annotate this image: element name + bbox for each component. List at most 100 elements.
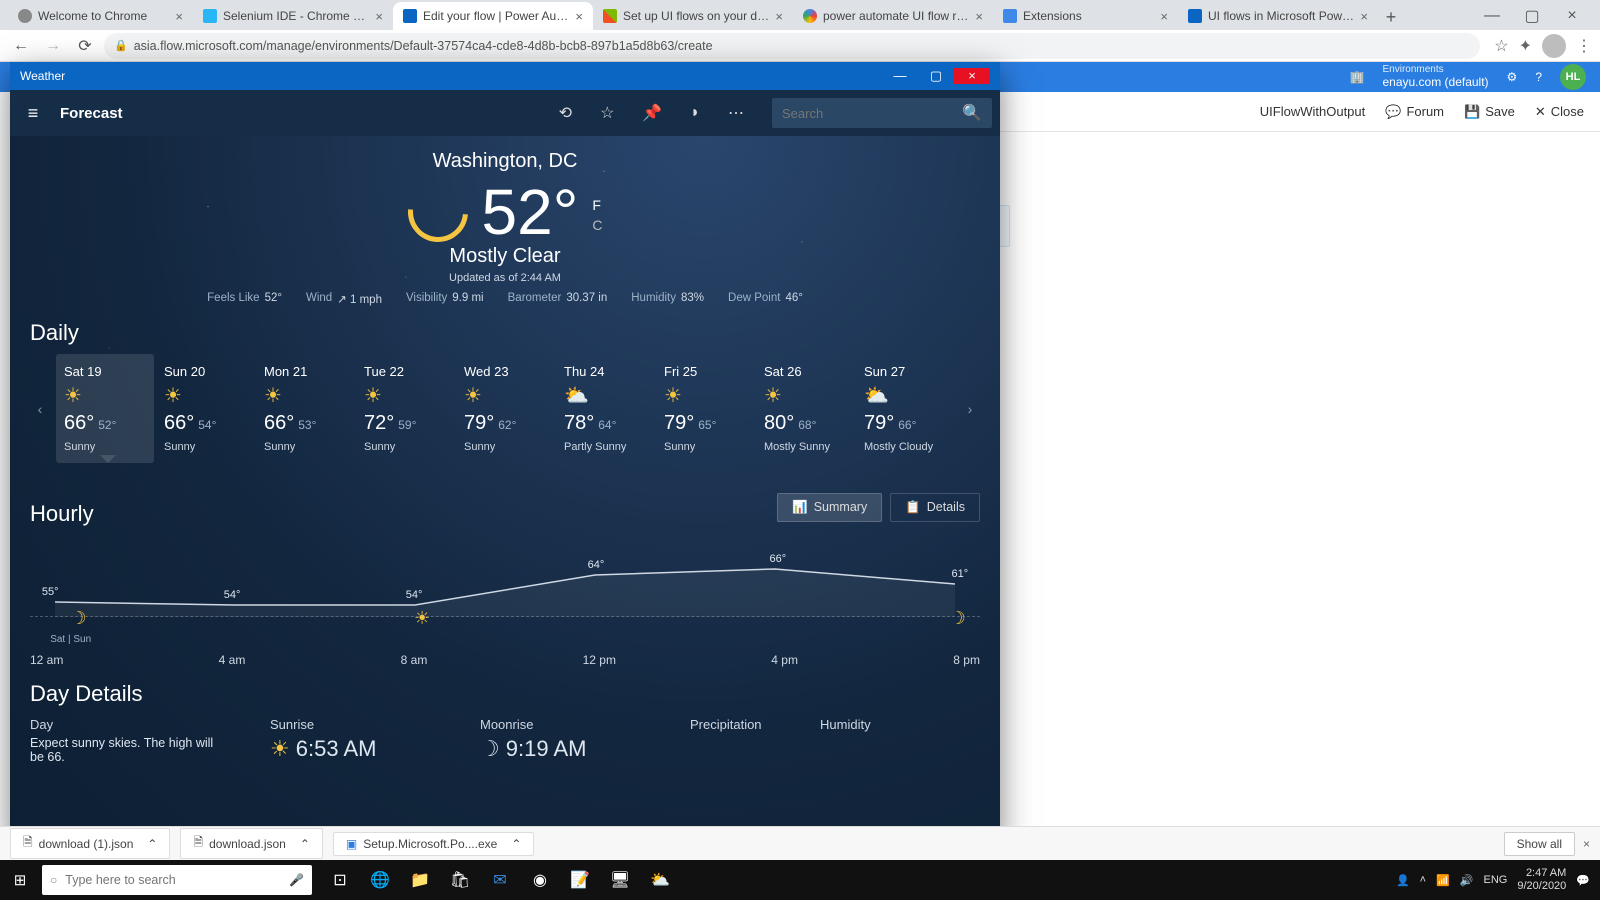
close-icon[interactable]: × <box>575 9 583 24</box>
tab-setup-uiflows[interactable]: Set up UI flows on your device - × <box>593 2 793 30</box>
language-indicator[interactable]: ENG <box>1484 874 1508 886</box>
close-icon[interactable]: × <box>975 9 983 24</box>
close-icon[interactable]: × <box>1583 837 1590 851</box>
profile-avatar[interactable] <box>1542 34 1566 58</box>
chrome-icon[interactable]: ◉ <box>520 860 560 900</box>
notepad-icon[interactable]: 📝 <box>560 860 600 900</box>
chevron-up-icon[interactable]: ⌃ <box>511 837 521 851</box>
maximize-icon[interactable]: ▢ <box>918 68 954 84</box>
chevron-up-icon[interactable]: ⌃ <box>147 837 157 851</box>
daily-prev-button[interactable]: ‹ <box>30 401 50 417</box>
address-bar[interactable]: 🔒 asia.flow.microsoft.com/manage/environ… <box>104 33 1480 59</box>
close-icon[interactable]: × <box>775 9 783 24</box>
details-button[interactable]: 📋Details <box>890 493 980 522</box>
unit-fahrenheit[interactable]: F <box>592 197 602 213</box>
day-card[interactable]: Sun 27 ⛅ 79°66° Mostly Cloudy <box>856 354 954 463</box>
close-icon[interactable]: × <box>175 9 183 24</box>
day-card[interactable]: Sun 20 ☀ 66°54° Sunny <box>156 354 254 463</box>
environment-selector[interactable]: Environments enayu.com (default) <box>1382 64 1488 89</box>
close-icon[interactable]: × <box>375 9 383 24</box>
start-button[interactable]: ⊞ <box>0 871 40 889</box>
day-card[interactable]: Fri 25 ☀ 79°65° Sunny <box>656 354 754 463</box>
download-item[interactable]: ▣Setup.Microsoft.Po....exe⌃ <box>333 832 534 856</box>
low-temp: 54° <box>198 418 216 432</box>
maximize-icon[interactable]: ▢ <box>1512 2 1552 30</box>
download-item[interactable]: 🗎download (1).json⌃ <box>10 828 170 859</box>
save-button[interactable]: 💾Save <box>1464 104 1515 120</box>
tab-extensions[interactable]: Extensions× <box>993 2 1178 30</box>
close-icon[interactable]: × <box>1552 2 1592 30</box>
tab-uiflows-docs[interactable]: UI flows in Microsoft Power Auto× <box>1178 2 1378 30</box>
forward-button[interactable]: → <box>40 33 66 59</box>
user-avatar[interactable]: HL <box>1560 64 1586 90</box>
hourly-temp-label: 54° <box>224 589 241 601</box>
close-icon[interactable]: × <box>954 68 990 84</box>
moon-icon[interactable]: ◗ <box>690 104 700 122</box>
day-card[interactable]: Tue 22 ☀ 72°59° Sunny <box>356 354 454 463</box>
notifications-icon[interactable]: 💬 <box>1576 874 1590 887</box>
tab-power-automate[interactable]: Edit your flow | Power Automate× <box>393 2 593 30</box>
forum-button[interactable]: 💬Forum <box>1385 104 1444 120</box>
tab-selenium[interactable]: Selenium IDE - Chrome Web Sto...× <box>193 2 393 30</box>
task-view-icon[interactable]: ⊡ <box>320 860 360 900</box>
unit-celsius[interactable]: C <box>592 217 602 233</box>
taskbar-search-input[interactable] <box>65 873 281 887</box>
close-icon[interactable]: × <box>1160 9 1168 24</box>
search-input[interactable] <box>782 106 962 121</box>
close-icon[interactable]: × <box>1360 9 1368 24</box>
help-icon[interactable]: ? <box>1535 70 1542 84</box>
day-card[interactable]: Mon 21 ☀ 66°53° Sunny <box>256 354 354 463</box>
star-icon[interactable]: ☆ <box>1494 36 1508 56</box>
download-item[interactable]: 🗎download.json⌃ <box>180 828 322 859</box>
tab-welcome[interactable]: Welcome to Chrome× <box>8 2 193 30</box>
tab-label: Set up UI flows on your device - <box>623 9 769 23</box>
day-card[interactable]: Wed 23 ☀ 79°62° Sunny <box>456 354 554 463</box>
day-card[interactable]: Sat 19 ☀ 66°52° Sunny <box>56 354 154 463</box>
more-icon[interactable]: ⋯ <box>728 103 744 123</box>
day-card[interactable]: Thu 24 ⛅ 78°64° Partly Sunny <box>556 354 654 463</box>
hourly-section-title: Hourly <box>30 501 94 527</box>
taskbar-search[interactable]: ○ 🎤 <box>42 865 312 895</box>
mail-icon[interactable]: ✉ <box>480 860 520 900</box>
stat-label: Visibility <box>406 292 447 306</box>
tab-google-search[interactable]: power automate UI flow require× <box>793 2 993 30</box>
people-icon[interactable]: 👤 <box>1396 874 1410 887</box>
environment-icon[interactable]: 🏢 <box>1350 70 1365 84</box>
wifi-icon[interactable]: 📶 <box>1436 874 1450 887</box>
windows-taskbar: ⊞ ○ 🎤 ⊡ 🌐 📁 🛍 ✉ ◉ 📝 🖥 ⛅ 👤 ˄ 📶 🔊 ENG 2:47… <box>0 860 1600 900</box>
reload-button[interactable]: ⟳ <box>72 33 98 59</box>
day-card[interactable]: Sat 26 ☀ 80°68° Mostly Sunny <box>756 354 854 463</box>
weather-titlebar[interactable]: Weather — ▢ × <box>10 62 1000 90</box>
weather-icon[interactable]: ⛅ <box>640 860 680 900</box>
chevron-up-icon[interactable]: ˄ <box>1420 874 1426 886</box>
edge-icon[interactable]: 🌐 <box>360 860 400 900</box>
minimize-icon[interactable]: — <box>882 68 918 84</box>
explorer-icon[interactable]: 📁 <box>400 860 440 900</box>
hamburger-icon[interactable]: ≡ <box>18 103 48 124</box>
refresh-icon[interactable]: ⟲ <box>559 103 572 123</box>
flow-name[interactable]: UIFlowWithOutput <box>1260 104 1365 119</box>
gear-icon[interactable]: ⚙ <box>1507 70 1518 84</box>
show-all-button[interactable]: Show all <box>1504 832 1575 856</box>
close-button[interactable]: ✕Close <box>1535 104 1584 120</box>
pin-icon[interactable]: 📌 <box>642 103 662 123</box>
menu-icon[interactable]: ⋮ <box>1576 36 1592 56</box>
new-tab-button[interactable]: + <box>1378 4 1404 30</box>
back-button[interactable]: ← <box>8 33 34 59</box>
environment-name: enayu.com (default) <box>1382 76 1488 90</box>
star-icon[interactable]: ☆ <box>600 103 614 123</box>
settings-icon[interactable]: 🖥 <box>600 860 640 900</box>
minimize-icon[interactable]: — <box>1472 2 1512 30</box>
mic-icon[interactable]: 🎤 <box>289 873 304 887</box>
clock[interactable]: 2:47 AM 9/20/2020 <box>1517 867 1566 892</box>
chevron-up-icon[interactable]: ⌃ <box>300 837 310 851</box>
search-icon[interactable]: 🔍 <box>962 103 982 123</box>
daily-next-button[interactable]: › <box>960 401 980 417</box>
volume-icon[interactable]: 🔊 <box>1460 874 1474 887</box>
browser-window-controls: — ▢ × <box>1472 2 1592 30</box>
summary-button[interactable]: 📊Summary <box>777 493 882 522</box>
weather-search[interactable]: 🔍 <box>772 98 992 128</box>
extensions-icon[interactable]: ✦ <box>1519 36 1532 56</box>
low-temp: 52° <box>98 418 116 432</box>
store-icon[interactable]: 🛍 <box>440 860 480 900</box>
